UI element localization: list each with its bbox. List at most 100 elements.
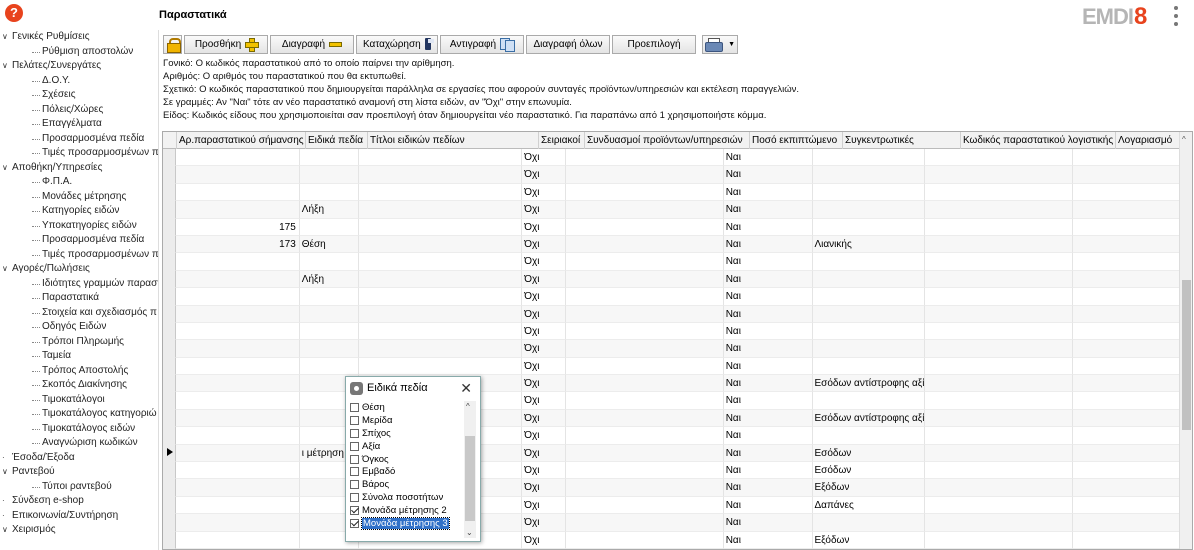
table-row[interactable]: Όχι Ναι Εξόδων — [163, 531, 1181, 549]
table-cell[interactable] — [925, 305, 1074, 323]
row-indicator[interactable] — [163, 201, 177, 219]
table-row[interactable]: Όχι Ναι — [163, 322, 1181, 341]
table-row[interactable]: Όχι Ναι — [163, 357, 1181, 376]
tree-item[interactable]: Προσαρμοσμένα πεδία — [0, 132, 158, 147]
checkbox[interactable] — [350, 518, 359, 528]
column-header[interactable]: Συγκεντρωτικές — [843, 132, 961, 149]
row-indicator[interactable] — [163, 218, 177, 236]
table-cell[interactable] — [359, 270, 523, 289]
table-row[interactable]: Όχι Ναι — [163, 340, 1181, 358]
tree-item[interactable]: Τιμές προσαρμοσμένων π — [0, 146, 158, 161]
tree-group[interactable]: · Έσοδα/Έξοδα — [0, 451, 158, 466]
table-cell[interactable] — [176, 288, 300, 306]
tree-item[interactable]: Τρόπος Αποστολής — [0, 364, 158, 379]
table-cell[interactable] — [925, 462, 1074, 480]
table-cell[interactable] — [299, 183, 360, 202]
row-indicator[interactable] — [163, 427, 177, 445]
table-cell[interactable] — [566, 288, 724, 306]
tree-item[interactable]: Τιμοκατάλογοι — [0, 393, 158, 408]
table-cell[interactable] — [359, 183, 523, 202]
table-cell[interactable] — [176, 531, 300, 549]
table-cell[interactable]: Ναι — [723, 218, 813, 236]
tree-item[interactable]: Ιδιότητες γραμμών παραστ — [0, 277, 158, 292]
table-cell[interactable] — [566, 531, 724, 549]
tree-item[interactable]: Μονάδες μέτρησης — [0, 190, 158, 205]
help-icon[interactable]: ? — [5, 4, 23, 22]
special-field-option[interactable]: Μονάδα μέτρησης 2 — [348, 504, 464, 517]
table-cell[interactable]: Ναι — [723, 444, 813, 463]
table-cell[interactable] — [925, 218, 1074, 236]
default-button[interactable]: Προεπιλογή — [612, 34, 696, 54]
table-cell[interactable]: Ναι — [723, 427, 813, 445]
row-indicator[interactable] — [163, 166, 177, 184]
lock-button[interactable] — [163, 34, 182, 54]
table-cell[interactable] — [566, 183, 724, 202]
table-cell[interactable] — [925, 392, 1074, 410]
popup-scrollbar[interactable]: ^ ⌄ — [464, 401, 476, 538]
table-cell[interactable] — [1073, 496, 1181, 515]
table-cell[interactable] — [176, 444, 300, 463]
table-cell[interactable]: Όχι — [522, 253, 567, 271]
table-cell[interactable] — [299, 288, 360, 306]
table-cell[interactable]: Όχι — [522, 531, 567, 549]
table-cell[interactable] — [1073, 392, 1181, 410]
tree-item[interactable]: Σκοπός Διακίνησης — [0, 378, 158, 393]
chevron-down-icon[interactable]: ∨ — [2, 161, 11, 176]
table-cell[interactable]: Εσόδων — [812, 444, 926, 463]
tree-group[interactable]: · Επικοινωνία/Συντήρηση — [0, 509, 158, 524]
row-indicator[interactable] — [163, 270, 177, 289]
tree-item[interactable]: Τύποι ραντεβού — [0, 480, 158, 495]
table-cell[interactable]: Όχι — [522, 166, 567, 184]
table-cell[interactable] — [359, 253, 523, 271]
checkbox[interactable] — [350, 428, 359, 438]
table-cell[interactable] — [359, 322, 523, 341]
tree-item[interactable]: Οδηγός Ειδών — [0, 320, 158, 335]
tree-group[interactable]: ∨ Πελάτες/Συνεργάτες — [0, 59, 158, 74]
row-indicator[interactable] — [163, 340, 177, 358]
table-cell[interactable] — [566, 166, 724, 184]
tree-group[interactable]: ∨ Ραντεβού — [0, 465, 158, 480]
special-field-option[interactable]: Όγκος — [348, 453, 464, 466]
table-row[interactable]: Λήξη Όχι Ναι — [163, 270, 1181, 289]
table-cell[interactable] — [1073, 340, 1181, 358]
table-row[interactable]: Όχι Ναι — [163, 288, 1181, 306]
table-cell[interactable] — [176, 479, 300, 497]
table-row[interactable]: Όχι Ναι Δαπάνες — [163, 496, 1181, 515]
table-row[interactable]: 173 Θέση Όχι Ναι Λιανικής — [163, 235, 1181, 254]
table-cell[interactable] — [299, 340, 360, 358]
table-row[interactable]: Όχι Ναι Εσόδων αντίστροφης αξί — [163, 409, 1181, 428]
table-cell[interactable] — [359, 357, 523, 376]
table-cell[interactable]: 173 — [176, 235, 300, 254]
tree-item[interactable]: Αναγνώριση κωδικών — [0, 436, 158, 451]
table-cell[interactable] — [359, 166, 523, 184]
tree-item[interactable]: Παραστατικά — [0, 291, 158, 306]
table-cell[interactable] — [176, 149, 300, 167]
row-indicator[interactable] — [163, 149, 177, 167]
table-cell[interactable] — [925, 427, 1074, 445]
table-cell[interactable] — [299, 305, 360, 323]
table-cell[interactable] — [176, 270, 300, 289]
table-cell[interactable]: Λιανικής — [812, 235, 926, 254]
table-cell[interactable] — [566, 235, 724, 254]
table-cell[interactable] — [925, 357, 1074, 376]
table-cell[interactable] — [176, 496, 300, 515]
table-cell[interactable] — [359, 201, 523, 219]
checkbox[interactable] — [350, 506, 359, 516]
row-indicator[interactable] — [163, 322, 177, 341]
table-cell[interactable] — [812, 514, 926, 532]
row-indicator[interactable] — [163, 531, 177, 549]
table-cell[interactable] — [812, 357, 926, 376]
table-cell[interactable] — [812, 183, 926, 202]
table-cell[interactable] — [812, 201, 926, 219]
row-indicator[interactable] — [163, 462, 177, 480]
table-cell[interactable] — [1073, 288, 1181, 306]
row-indicator[interactable] — [163, 288, 177, 306]
table-cell[interactable] — [812, 253, 926, 271]
table-row[interactable]: Όχι Ναι — [163, 149, 1181, 167]
table-cell[interactable]: Ναι — [723, 201, 813, 219]
chevron-down-icon[interactable]: ∨ — [2, 30, 11, 45]
table-cell[interactable] — [1073, 427, 1181, 445]
table-cell[interactable] — [176, 462, 300, 480]
tree-group[interactable]: · Σύνδεση e-shop — [0, 494, 158, 509]
table-cell[interactable] — [176, 340, 300, 358]
